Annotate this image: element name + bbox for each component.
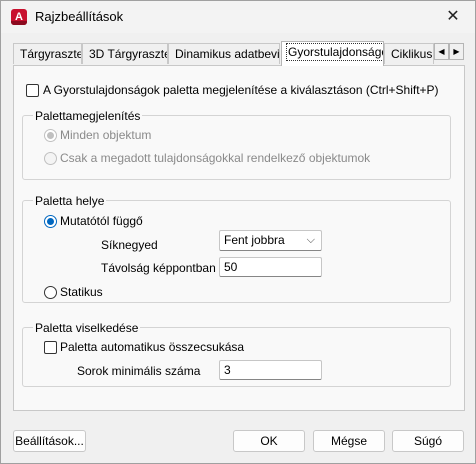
tab-quick-properties[interactable]: Gyorstulajdonságok bbox=[281, 41, 384, 66]
close-button[interactable]: ✕ bbox=[431, 1, 475, 33]
palette-location-title: Paletta helye bbox=[33, 194, 107, 208]
ok-button[interactable]: OK bbox=[233, 430, 305, 452]
settings-button[interactable]: Beállítások... bbox=[13, 430, 86, 452]
chevron-down-icon: ⌵ bbox=[306, 234, 315, 246]
show-quick-properties-checkbox[interactable] bbox=[26, 84, 39, 97]
all-objects-label[interactable]: Minden objektum bbox=[60, 128, 151, 142]
quadrant-select[interactable]: Fent jobbra ⌵ bbox=[219, 230, 322, 251]
static-radio[interactable] bbox=[44, 286, 57, 299]
close-icon: ✕ bbox=[446, 8, 460, 25]
help-button[interactable]: Súgó bbox=[392, 430, 464, 452]
auto-collapse-label[interactable]: Paletta automatikus összecsukása bbox=[60, 340, 244, 354]
specified-objects-radio[interactable] bbox=[44, 152, 57, 165]
palette-display-group bbox=[22, 115, 451, 180]
window-title: Rajzbeállítások bbox=[35, 9, 124, 24]
min-rows-label: Sorok minimális száma bbox=[77, 364, 201, 378]
all-objects-radio[interactable] bbox=[44, 129, 57, 142]
auto-collapse-checkbox[interactable] bbox=[44, 341, 57, 354]
tab-scroll-left-button[interactable]: ◀ bbox=[434, 43, 449, 60]
show-quick-properties-label[interactable]: A Gyorstulajdonságok paletta megjeleníté… bbox=[43, 83, 439, 97]
cancel-button[interactable]: Mégse bbox=[313, 430, 385, 452]
quadrant-label: Síknegyed bbox=[101, 238, 158, 252]
tab-3d-object-snap[interactable]: 3D Tárgyraszter bbox=[82, 43, 168, 64]
palette-behavior-title: Paletta viselkedése bbox=[33, 321, 141, 335]
palette-display-title: Palettamegjelenítés bbox=[33, 109, 143, 123]
tab-scroll-right-button[interactable]: ▶ bbox=[449, 43, 464, 60]
autocad-app-icon: A bbox=[11, 9, 27, 25]
tab-selection-cycling[interactable]: Ciklikus k bbox=[384, 43, 434, 64]
arrow-left-icon: ◀ bbox=[438, 47, 445, 56]
arrow-right-icon: ▶ bbox=[453, 47, 460, 56]
cursor-dependent-label[interactable]: Mutatótól függő bbox=[60, 214, 143, 228]
static-label[interactable]: Statikus bbox=[60, 285, 103, 299]
title-bar: A Rajzbeállítások ✕ bbox=[1, 1, 475, 33]
drafting-settings-dialog: A Rajzbeállítások ✕ Tárgyraszter 3D Tárg… bbox=[0, 0, 476, 464]
tab-dynamic-input[interactable]: Dinamikus adatbevitel bbox=[168, 43, 280, 64]
min-rows-input[interactable]: 3 bbox=[219, 360, 322, 380]
distance-input[interactable]: 50 bbox=[219, 257, 322, 277]
tab-object-snap[interactable]: Tárgyraszter bbox=[13, 43, 82, 64]
quadrant-value: Fent jobbra bbox=[224, 233, 285, 247]
cursor-dependent-radio[interactable] bbox=[44, 215, 57, 228]
specified-objects-label[interactable]: Csak a megadott tulajdonságokkal rendelk… bbox=[60, 151, 370, 165]
distance-label: Távolság képpontban bbox=[101, 261, 216, 275]
quick-properties-panel: A Gyorstulajdonságok paletta megjeleníté… bbox=[13, 65, 465, 411]
tab-strip: Tárgyraszter 3D Tárgyraszter Dinamikus a… bbox=[13, 41, 465, 66]
